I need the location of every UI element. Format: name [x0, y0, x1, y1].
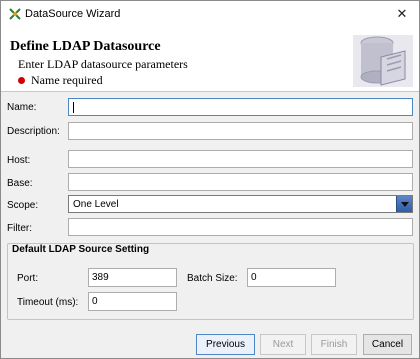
- error-text: Name required: [31, 73, 103, 87]
- scope-select[interactable]: One Level: [68, 195, 413, 213]
- scope-label: Scope:: [7, 200, 39, 211]
- group-title: Default LDAP Source Setting: [12, 244, 150, 255]
- error-icon: [18, 77, 25, 84]
- previous-button[interactable]: Previous: [196, 334, 255, 355]
- datasource-wizard-window: DataSource Wizard ✕ Define LDAP Datasour…: [0, 0, 420, 359]
- timeout-value: 0: [92, 296, 98, 307]
- base-field[interactable]: [68, 173, 413, 191]
- wizard-icon: [9, 8, 21, 20]
- port-value: 389: [92, 272, 109, 283]
- page-subtitle: Enter LDAP datasource parameters: [18, 57, 188, 71]
- window-title: DataSource Wizard: [25, 8, 121, 20]
- batch-size-value: 0: [251, 272, 257, 283]
- scope-value: One Level: [73, 199, 119, 210]
- close-button[interactable]: ✕: [393, 6, 411, 22]
- filter-field[interactable]: [68, 218, 413, 236]
- name-field[interactable]: [68, 98, 413, 116]
- filter-label: Filter:: [7, 223, 32, 234]
- wizard-header: Define LDAP Datasource Enter LDAP dataso…: [1, 27, 419, 92]
- description-field[interactable]: [68, 122, 413, 140]
- chevron-down-icon[interactable]: [396, 196, 412, 212]
- text-caret: [73, 102, 74, 113]
- finish-button[interactable]: Finish: [311, 334, 357, 355]
- timeout-field[interactable]: 0: [88, 292, 177, 311]
- page-title: Define LDAP Datasource: [10, 39, 161, 54]
- batch-size-label: Batch Size:: [187, 273, 238, 284]
- cancel-button[interactable]: Cancel: [363, 334, 412, 355]
- datasource-graphic-icon: [353, 35, 413, 87]
- name-label: Name:: [7, 102, 37, 113]
- title-bar[interactable]: DataSource Wizard ✕: [1, 1, 419, 27]
- base-label: Base:: [7, 178, 33, 189]
- port-field[interactable]: 389: [88, 268, 177, 287]
- host-field[interactable]: [68, 150, 413, 168]
- host-label: Host:: [7, 155, 31, 166]
- error-message: Name required: [18, 73, 103, 88]
- timeout-label: Timeout (ms):: [17, 297, 79, 308]
- description-label: Description:: [7, 126, 60, 137]
- next-button[interactable]: Next: [260, 334, 306, 355]
- batch-size-field[interactable]: 0: [247, 268, 336, 287]
- port-label: Port:: [17, 273, 39, 284]
